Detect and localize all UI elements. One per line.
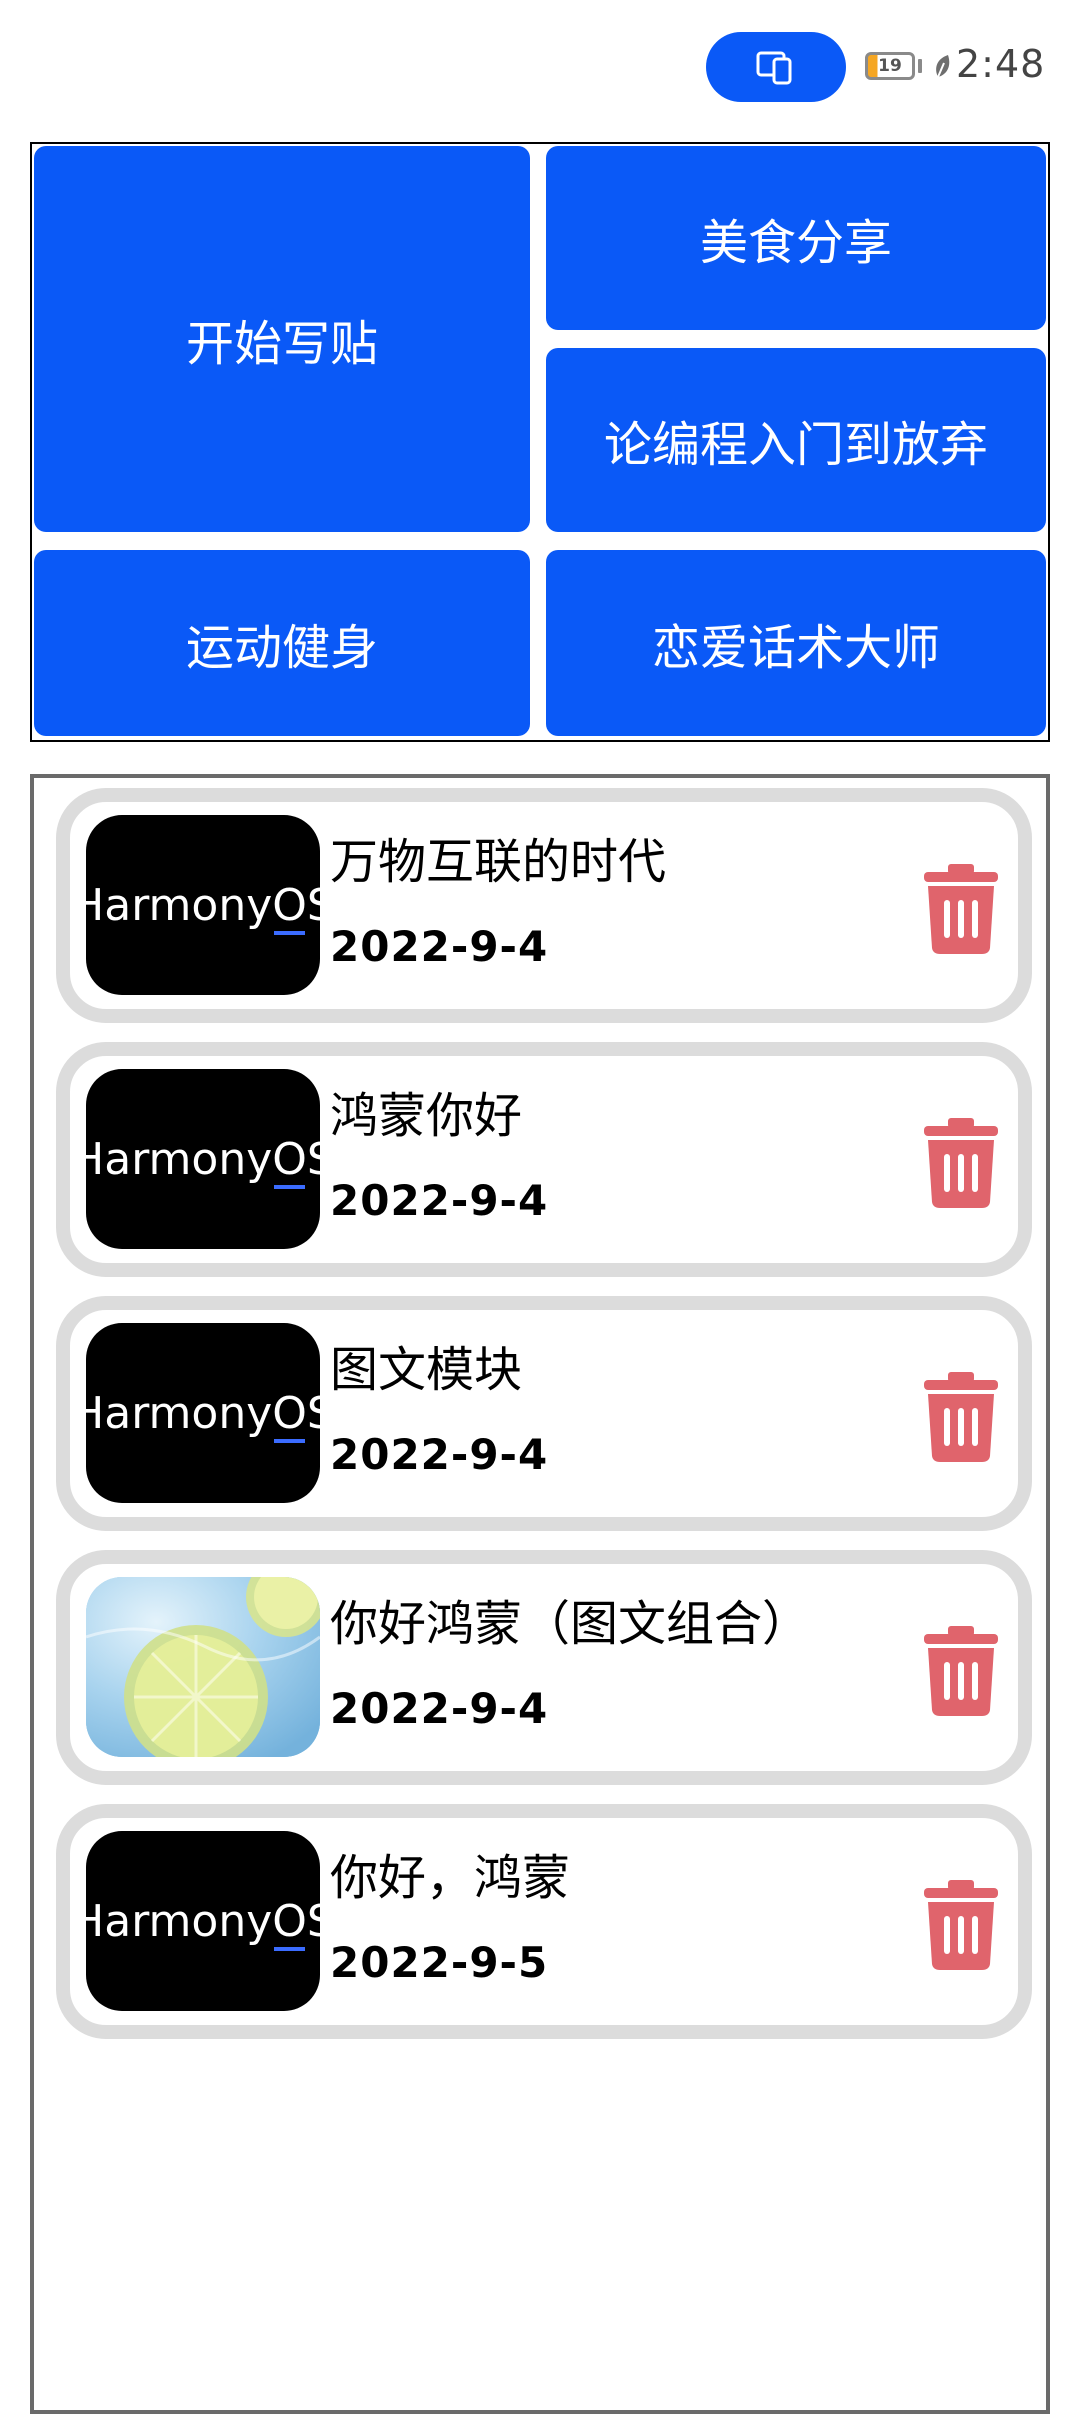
list-item[interactable]: HarmonyOS 鸿蒙你好 2022-9-4 bbox=[56, 1042, 1032, 1277]
tile-fitness[interactable]: 运动健身 bbox=[34, 550, 530, 736]
battery-tip bbox=[918, 59, 922, 73]
tile-label: 论编程入门到放弃 bbox=[603, 417, 988, 473]
trash-icon[interactable] bbox=[920, 1370, 1002, 1464]
thumbnail bbox=[86, 1577, 320, 1757]
tile-label: 恋爱话术大师 bbox=[651, 620, 940, 676]
thumbnail: HarmonyOS bbox=[86, 1069, 320, 1249]
post-date: 2022-9-4 bbox=[330, 1176, 549, 1225]
harmonyos-logo: HarmonyOS bbox=[86, 879, 320, 935]
post-list[interactable]: HarmonyOS 万物互联的时代 2022-9-4 HarmonyOS 鸿蒙你… bbox=[30, 774, 1050, 2414]
tile-start-post[interactable]: 开始写贴 bbox=[34, 146, 530, 532]
trash-icon[interactable] bbox=[920, 1116, 1002, 1210]
multi-device-icon bbox=[756, 51, 792, 85]
list-item[interactable]: HarmonyOS 万物互联的时代 2022-9-4 bbox=[56, 788, 1032, 1023]
battery-indicator: 19 bbox=[865, 52, 915, 80]
post-title: 鸿蒙你好 bbox=[330, 1088, 523, 1144]
thumbnail: HarmonyOS bbox=[86, 1831, 320, 2011]
trash-icon[interactable] bbox=[920, 862, 1002, 956]
clock: 2:48 bbox=[956, 42, 1046, 86]
post-title: 你好鸿蒙（图文组合） bbox=[330, 1596, 811, 1652]
tile-label: 开始写贴 bbox=[185, 316, 378, 372]
tile-love-talk[interactable]: 恋爱话术大师 bbox=[546, 550, 1046, 736]
status-bar: 19 2:48 bbox=[0, 0, 1080, 120]
list-item[interactable]: 你好鸿蒙（图文组合） 2022-9-4 bbox=[56, 1550, 1032, 1785]
thumbnail: HarmonyOS bbox=[86, 1323, 320, 1503]
post-title: 图文模块 bbox=[330, 1342, 523, 1398]
trash-icon[interactable] bbox=[920, 1878, 1002, 1972]
list-item[interactable]: HarmonyOS 你好，鸿蒙 2022-9-5 bbox=[56, 1804, 1032, 2039]
lemon-photo bbox=[86, 1577, 320, 1757]
battery-level: 19 bbox=[878, 56, 902, 76]
multi-device-button[interactable] bbox=[706, 32, 846, 102]
trash-icon[interactable] bbox=[920, 1624, 1002, 1718]
post-date: 2022-9-5 bbox=[330, 1938, 549, 1987]
post-date: 2022-9-4 bbox=[330, 922, 549, 971]
category-grid: 开始写贴 美食分享 论编程入门到放弃 运动健身 恋爱话术大师 bbox=[30, 142, 1050, 742]
post-title: 你好，鸿蒙 bbox=[330, 1850, 571, 1906]
tile-food-share[interactable]: 美食分享 bbox=[546, 146, 1046, 330]
harmonyos-logo: HarmonyOS bbox=[86, 1133, 320, 1189]
post-date: 2022-9-4 bbox=[330, 1430, 549, 1479]
harmonyos-logo: HarmonyOS bbox=[86, 1895, 320, 1951]
tile-label: 运动健身 bbox=[185, 620, 378, 676]
harmonyos-logo: HarmonyOS bbox=[86, 1387, 320, 1443]
leaf-icon bbox=[936, 55, 950, 78]
thumbnail: HarmonyOS bbox=[86, 815, 320, 995]
tile-programming[interactable]: 论编程入门到放弃 bbox=[546, 348, 1046, 532]
post-title: 万物互联的时代 bbox=[330, 834, 667, 890]
list-item[interactable]: HarmonyOS 图文模块 2022-9-4 bbox=[56, 1296, 1032, 1531]
tile-label: 美食分享 bbox=[699, 215, 892, 271]
post-date: 2022-9-4 bbox=[330, 1684, 549, 1733]
